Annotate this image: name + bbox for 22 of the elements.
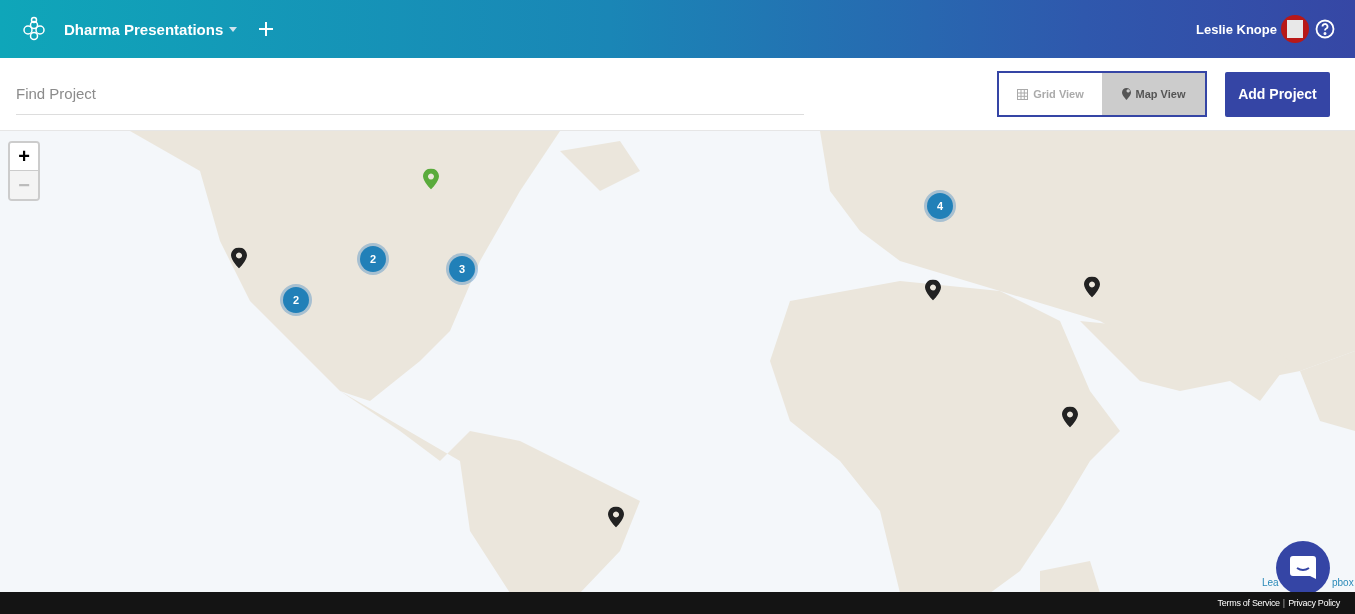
add-project-button[interactable]: Add Project <box>1225 71 1330 117</box>
map-pin-icon[interactable] <box>231 247 247 269</box>
add-icon[interactable] <box>259 22 274 36</box>
map-pin-icon <box>1121 88 1131 100</box>
help-icon[interactable] <box>1315 19 1335 39</box>
attribution-link[interactable]: pbox <box>1332 577 1354 588</box>
chat-icon <box>1290 556 1316 580</box>
zoom-in-button[interactable]: + <box>10 143 38 171</box>
terms-link[interactable]: Terms of Service <box>1217 598 1280 608</box>
view-tab[interactable]: Map View <box>1102 73 1205 115</box>
privacy-link[interactable]: Privacy Policy <box>1288 598 1340 608</box>
grid-icon <box>1017 88 1029 100</box>
map-pin-icon[interactable] <box>1084 276 1100 298</box>
logo-icon <box>22 16 46 42</box>
map-pin-icon[interactable] <box>1062 406 1078 428</box>
separator: | <box>1282 598 1286 608</box>
user-name: Leslie Knope <box>1196 21 1277 37</box>
map-pin-icon[interactable] <box>608 506 624 528</box>
map-pin-icon[interactable] <box>925 279 941 301</box>
avatar[interactable] <box>1281 15 1309 43</box>
attribution-link[interactable]: Lea <box>1262 577 1279 588</box>
workspace-dropdown[interactable]: Dharma Presentations <box>64 20 238 38</box>
